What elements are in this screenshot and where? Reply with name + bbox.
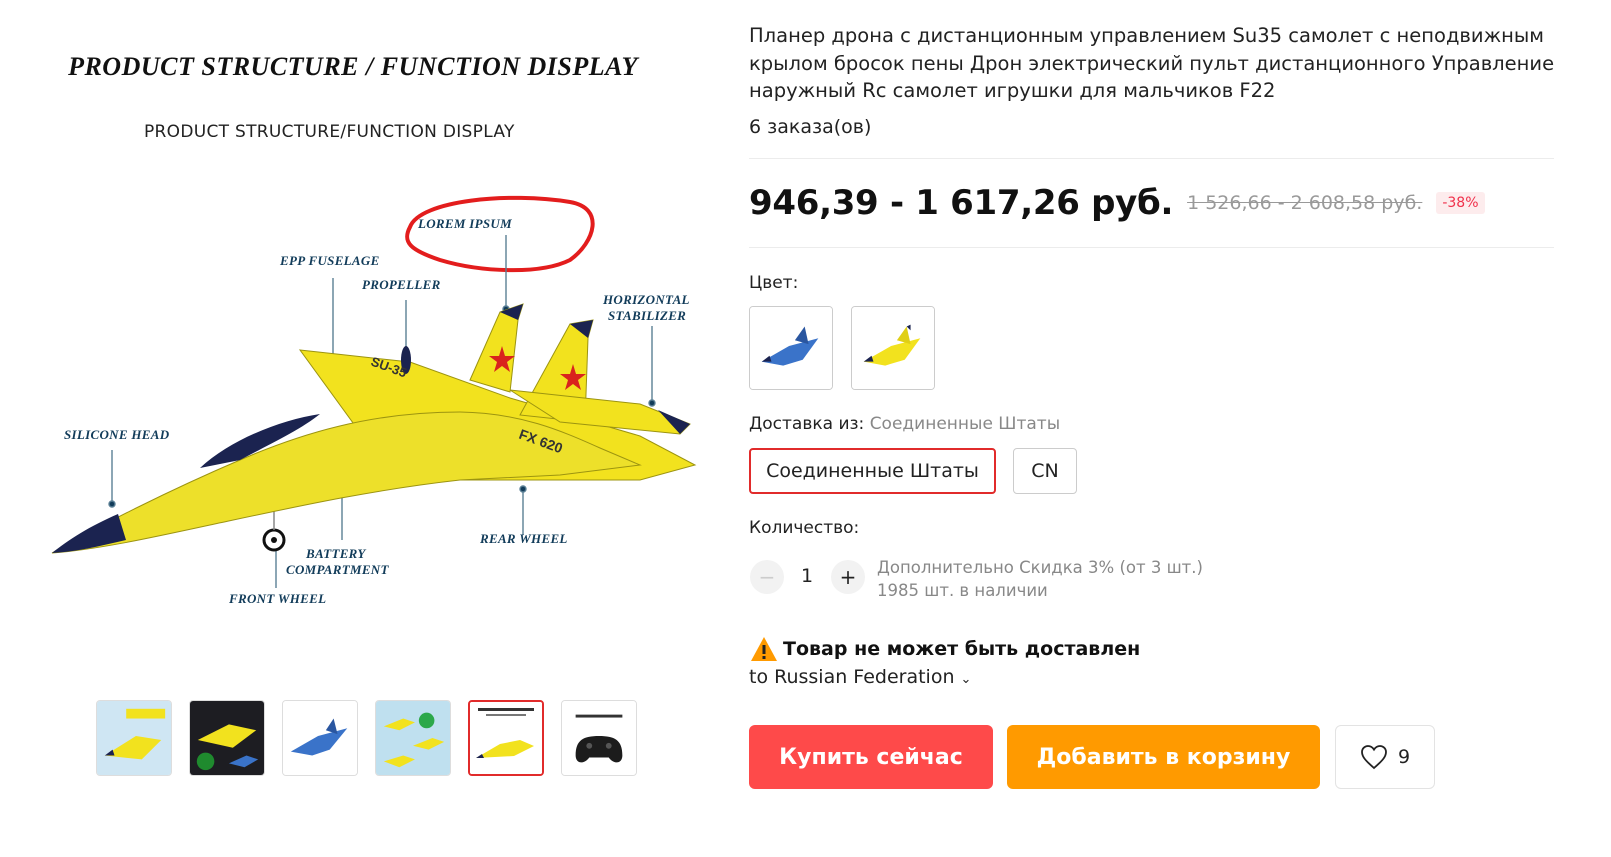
- ship-from-value: Соединенные Штаты: [869, 414, 1061, 434]
- callout-battery: BATTERY: [306, 546, 366, 561]
- orders-count: 6 заказа(ов): [749, 116, 872, 138]
- ship-from-title: Доставка из:: [749, 414, 865, 434]
- ship-option-usa[interactable]: Соединенные Штаты: [749, 448, 996, 494]
- callout-epp-fuselage: EPP FUSELAGE: [280, 253, 380, 268]
- ship-from-label: Доставка из: Соединенные Штаты: [749, 414, 1060, 434]
- chevron-down-icon: ⌄: [960, 672, 972, 687]
- quantity-notes: Дополнительно Скидка 3% (от 3 шт.) 1985 …: [877, 556, 1203, 602]
- buy-now-button[interactable]: Купить сейчас: [749, 725, 993, 789]
- heart-icon: [1361, 745, 1387, 770]
- callout-horizontal: HORIZONTAL: [603, 292, 690, 307]
- quantity-label: Количество:: [749, 518, 860, 538]
- divider: [749, 158, 1554, 159]
- ship-option-cn[interactable]: CN: [1013, 448, 1077, 494]
- color-label: Цвет:: [749, 273, 799, 293]
- thumb-structure[interactable]: [468, 700, 544, 776]
- image-subtitle: PRODUCT STRUCTURE/FUNCTION DISPLAY: [144, 122, 515, 142]
- product-gallery: SU-35 FX 620 LOREM IPSUM EPP FUSELAGE PR…: [0, 0, 730, 857]
- thumb-night-flight[interactable]: [189, 700, 265, 776]
- wishlist-count: 9: [1397, 746, 1411, 768]
- old-price: 1 526,66 - 2 608,58 руб.: [1187, 192, 1423, 214]
- callout-stabilizer: STABILIZER: [608, 308, 687, 323]
- ship-option-cn-label: CN: [1031, 460, 1059, 482]
- thumb-remote-control[interactable]: [561, 700, 637, 776]
- discount-badge: -38%: [1436, 192, 1485, 214]
- thumb-blue-plane[interactable]: [282, 700, 358, 776]
- callout-lorem-ipsum: LOREM IPSUM: [418, 216, 512, 231]
- warning-text: Товар не может быть доставлен: [783, 638, 1141, 660]
- main-product-image[interactable]: SU-35 FX 620 LOREM IPSUM EPP FUSELAGE PR…: [40, 20, 720, 670]
- wishlist-button[interactable]: 9: [1335, 725, 1435, 789]
- warning-icon: [751, 637, 777, 661]
- extra-discount-text: Дополнительно Скидка 3% (от 3 шт.): [877, 558, 1203, 577]
- add-to-cart-button[interactable]: Добавить в корзину: [1007, 725, 1320, 789]
- callout-compartment: COMPARTMENT: [286, 562, 389, 577]
- color-swatch-blue[interactable]: [749, 306, 833, 390]
- region-text: to Russian Federation: [749, 666, 955, 688]
- red-circle-annotation: [405, 195, 595, 273]
- callout-propeller: PROPELLER: [362, 277, 441, 292]
- stock-text: 1985 шт. в наличии: [877, 581, 1048, 600]
- region-selector[interactable]: to Russian Federation ⌄: [749, 666, 971, 688]
- ship-option-usa-label: Соединенные Штаты: [766, 460, 979, 482]
- callout-silicone-head: SILICONE HEAD: [64, 427, 170, 442]
- divider: [749, 247, 1554, 248]
- quantity-decrease-button[interactable]: −: [750, 560, 784, 594]
- color-swatch-yellow[interactable]: [851, 306, 935, 390]
- callout-rear-wheel: REAR WHEEL: [480, 531, 568, 546]
- callout-front-wheel: FRONT WHEEL: [229, 591, 327, 606]
- thumb-features[interactable]: [375, 700, 451, 776]
- product-title: Планер дрона с дистанционным управлением…: [749, 24, 1555, 102]
- price-row: 946,39 - 1 617,26 руб. 1 526,66 - 2 608,…: [749, 183, 1485, 223]
- thumb-yellow-plane-box[interactable]: [96, 700, 172, 776]
- delivery-warning: Товар не может быть доставлен: [749, 635, 1140, 663]
- image-title: PRODUCT STRUCTURE / FUNCTION DISPLAY: [68, 52, 638, 81]
- quantity-increase-button[interactable]: +: [831, 560, 865, 594]
- current-price: 946,39 - 1 617,26 руб.: [749, 183, 1174, 223]
- thumbnail-strip: [96, 700, 637, 782]
- quantity-value[interactable]: 1: [801, 565, 813, 587]
